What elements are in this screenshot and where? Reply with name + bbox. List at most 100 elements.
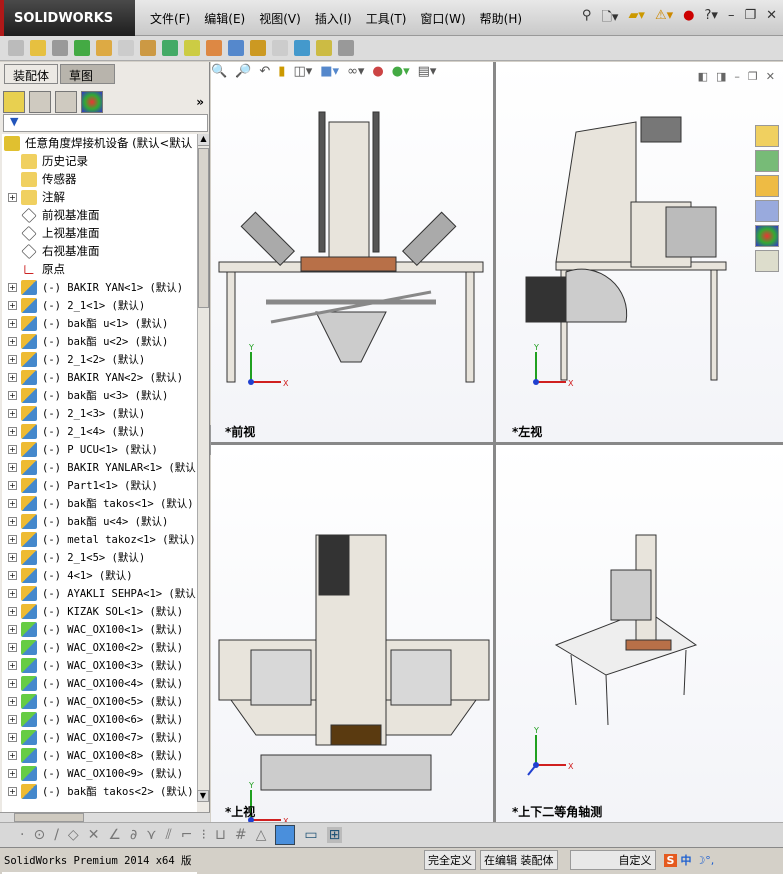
configuration-manager-icon[interactable] xyxy=(55,91,77,113)
display-manager-icon[interactable] xyxy=(81,91,103,113)
tree-part-item[interactable]: + (-) AYAKLI SEHPA<1> (默认 xyxy=(2,584,197,602)
expand-icon[interactable]: + xyxy=(8,354,17,364)
tree-part-item[interactable]: + (-) 2_1<3> (默认) xyxy=(2,404,197,422)
section-view-icon[interactable]: ▮ xyxy=(278,64,285,79)
mirror-icon[interactable]: ⋎ xyxy=(146,827,156,843)
menu-view[interactable]: 视图(V) xyxy=(259,10,301,27)
trim-icon[interactable]: ✕ xyxy=(88,827,100,843)
hide-show-items-icon[interactable]: ∞▾ xyxy=(347,64,364,79)
tree-part-item[interactable]: + (-) 4<1> (默认) xyxy=(2,566,197,584)
tree-part-item[interactable]: + (-) WAC_OX100<9> (默认) xyxy=(2,764,197,782)
restore-button[interactable]: ❐ xyxy=(744,8,756,30)
menu-window[interactable]: 窗口(W) xyxy=(420,10,465,27)
tree-item[interactable]: 上视基准面 xyxy=(2,224,197,242)
tree-part-item[interactable]: + (-) metal takoz<1> (默认) xyxy=(2,530,197,548)
custom-properties-icon[interactable] xyxy=(755,250,779,272)
expand-icon[interactable]: + xyxy=(8,408,17,418)
scroll-down-button[interactable]: ▼ xyxy=(197,790,209,802)
traffic-light-icon[interactable]: ● xyxy=(683,8,694,30)
tree-vertical-scrollbar[interactable]: ▲ xyxy=(197,134,209,802)
viewport-front[interactable]: X Y *前视 xyxy=(211,62,493,442)
view-orientation-icon[interactable]: ◫▾ xyxy=(293,64,312,79)
tree-part-item[interactable]: + (-) bak酯 u<3> (默认) xyxy=(2,386,197,404)
tree-part-item[interactable]: + (-) BAKIR YAN<1> (默认) xyxy=(2,278,197,296)
file-explorer-icon[interactable] xyxy=(755,175,779,197)
bill-of-materials-icon[interactable] xyxy=(228,40,244,56)
explode-line-icon[interactable] xyxy=(272,40,288,56)
mate-icon[interactable] xyxy=(52,40,68,56)
tree-item[interactable]: 右视基准面 xyxy=(2,242,197,260)
expand-icon[interactable]: + xyxy=(8,606,17,616)
expand-icon[interactable]: + xyxy=(8,678,17,688)
tree-part-item[interactable]: + (-) bak酯 u<2> (默认) xyxy=(2,332,197,350)
instant3d-icon[interactable] xyxy=(338,40,354,56)
move-component-icon[interactable] xyxy=(118,40,134,56)
polygon-icon[interactable]: ◇ xyxy=(68,827,79,843)
grid-icon[interactable]: # xyxy=(235,827,247,843)
expand-icon[interactable]: + xyxy=(8,786,17,796)
expand-icon[interactable]: + xyxy=(8,300,17,310)
dimension-icon[interactable]: ⊔ xyxy=(215,827,226,843)
viewport-left[interactable]: X Y *左视 xyxy=(496,62,783,442)
tree-part-item[interactable]: + (-) P UCU<1> (默认) xyxy=(2,440,197,458)
tree-part-item[interactable]: + (-) 2_1<2> (默认) xyxy=(2,350,197,368)
tree-part-item[interactable]: + (-) bak酯 takos<1> (默认) xyxy=(2,494,197,512)
previous-view-icon[interactable]: ↶ xyxy=(259,64,270,79)
expand-icon[interactable]: + xyxy=(8,444,17,454)
tree-item[interactable]: 传感器 xyxy=(2,170,197,188)
tree-part-item[interactable]: + (-) WAC_OX100<5> (默认) xyxy=(2,692,197,710)
units-selector[interactable]: 自定义 xyxy=(569,850,656,870)
tab-assembly[interactable]: 装配体 xyxy=(4,64,59,84)
expand-icon[interactable]: + xyxy=(8,570,17,580)
pattern-icon[interactable] xyxy=(74,40,90,56)
line-icon[interactable]: / xyxy=(54,827,59,843)
tree-part-item[interactable]: + (-) BAKIR YANLAR<1> (默认 xyxy=(2,458,197,476)
expand-icon[interactable]: + xyxy=(8,768,17,778)
expand-icon[interactable]: + xyxy=(8,750,17,760)
expand-icon[interactable]: + xyxy=(8,660,17,670)
tree-part-item[interactable]: + (-) 2_1<4> (默认) xyxy=(2,422,197,440)
show-hidden-icon[interactable] xyxy=(140,40,156,56)
expand-icon[interactable]: + xyxy=(8,318,17,328)
expand-icon[interactable]: + xyxy=(8,480,17,490)
tree-part-item[interactable]: + (-) WAC_OX100<2> (默认) xyxy=(2,638,197,656)
rebuild-warning-icon[interactable]: ⚠▾ xyxy=(655,8,673,30)
expand-icon[interactable]: + xyxy=(8,372,17,382)
tree-part-item[interactable]: + (-) WAC_OX100<4> (默认) xyxy=(2,674,197,692)
graphics-area[interactable]: 🔍 🔎 ↶ ▮ ◫▾ ■▾ ∞▾ ● ●▾ ▤▾ ◧ ◨ – ❐ ✕ X Y *前视 X Y *… xyxy=(211,62,783,822)
interference-icon[interactable] xyxy=(294,40,310,56)
expand-icon[interactable]: + xyxy=(8,552,17,562)
angle-icon[interactable]: ∠ xyxy=(108,827,121,843)
help-icon[interactable]: ?▾ xyxy=(705,8,718,30)
ime-moon-icon[interactable]: ☽°, xyxy=(695,854,714,867)
tree-part-item[interactable]: + (-) WAC_OX100<7> (默认) xyxy=(2,728,197,746)
appearances-icon[interactable] xyxy=(755,225,779,247)
expand-icon[interactable]: + xyxy=(8,714,17,724)
parallel-icon[interactable]: ⫽ xyxy=(166,827,172,843)
single-view-icon[interactable]: ▭ xyxy=(304,827,317,843)
tree-part-item[interactable]: + (-) WAC_OX100<6> (默认) xyxy=(2,710,197,728)
expand-icon[interactable]: + xyxy=(8,498,17,508)
solidworks-resources-icon[interactable] xyxy=(755,125,779,147)
relation-icon[interactable]: △ xyxy=(256,827,267,843)
viewport-minimize-button[interactable]: – xyxy=(734,70,740,83)
clearance-icon[interactable] xyxy=(316,40,332,56)
apply-scene-icon[interactable]: ●▾ xyxy=(392,64,410,79)
expand-icon[interactable]: + xyxy=(8,390,17,400)
tree-part-item[interactable]: + (-) BAKIR YAN<2> (默认) xyxy=(2,368,197,386)
expand-icon[interactable]: + xyxy=(8,336,17,346)
construction-icon[interactable]: ⁝ xyxy=(201,827,205,843)
filter-icon[interactable]: ▼ xyxy=(3,114,208,132)
tree-item[interactable]: 原点 xyxy=(2,260,197,278)
expand-icon[interactable]: + xyxy=(8,192,17,202)
tree-part-item[interactable]: + (-) bak酯 u<4> (默认) xyxy=(2,512,197,530)
new-document-icon[interactable]: 🗋▾ xyxy=(601,8,618,30)
edit-component-icon[interactable] xyxy=(8,40,24,56)
tree-root[interactable]: 任意角度焊接机设备 (默认<默认 xyxy=(2,134,197,152)
edit-appearance-icon[interactable]: ● xyxy=(372,64,383,79)
expand-icon[interactable]: + xyxy=(8,732,17,742)
expand-icon[interactable]: + xyxy=(8,426,17,436)
expand-icon[interactable]: + xyxy=(8,282,17,292)
feature-manager-icon[interactable] xyxy=(3,91,25,113)
viewport-restore-button[interactable]: ❐ xyxy=(748,70,758,83)
